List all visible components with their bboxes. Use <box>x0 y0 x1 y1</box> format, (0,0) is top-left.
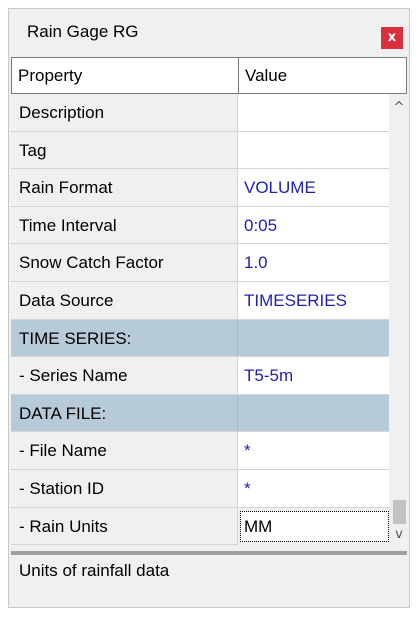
property-name: Snow Catch Factor <box>11 244 238 282</box>
property-value[interactable]: * <box>238 469 389 508</box>
property-name: Data Source <box>11 281 238 320</box>
property-value[interactable]: TIMESERIES <box>238 281 389 320</box>
grid-row-series-name[interactable]: - Series Name T5-5m <box>11 357 389 395</box>
panel-splitter[interactable] <box>11 551 407 555</box>
grid-row-rain-format[interactable]: Rain Format VOLUME <box>11 169 389 207</box>
grid-section-time-series: TIME SERIES: <box>11 319 389 358</box>
property-name: Description <box>11 94 238 132</box>
property-value[interactable]: 1.0 <box>238 244 389 282</box>
close-button[interactable]: x <box>381 27 403 49</box>
property-value[interactable] <box>238 131 389 170</box>
window-title: Rain Gage RG <box>27 22 139 41</box>
property-value[interactable]: 0:05 <box>238 206 389 245</box>
property-name: Rain Format <box>11 169 238 207</box>
rain-units-input[interactable]: MM <box>240 510 389 542</box>
value-column-header[interactable]: Value <box>239 58 406 93</box>
grid-section-data-file: DATA FILE: <box>11 394 389 433</box>
property-grid: Property Value Description Tag Rain Form… <box>11 57 407 551</box>
section-label: DATA FILE: <box>11 394 238 433</box>
property-name: - Rain Units <box>11 507 238 546</box>
property-name: Tag <box>11 131 238 170</box>
section-value <box>238 319 389 358</box>
property-column-header[interactable]: Property <box>12 58 239 93</box>
grid-rows: Description Tag Rain Format VOLUME Time … <box>11 94 389 546</box>
grid-row-tag[interactable]: Tag <box>11 131 389 170</box>
grid-row-snow-catch-factor[interactable]: Snow Catch Factor 1.0 <box>11 244 389 282</box>
grid-row-station-id[interactable]: - Station ID * <box>11 469 389 508</box>
property-editor-window: Rain Gage RG x Property Value Descriptio… <box>8 8 410 608</box>
property-name: - Station ID <box>11 469 238 508</box>
grid-row-rain-units[interactable]: - Rain Units MM <box>11 507 389 546</box>
grid-row-description[interactable]: Description <box>11 94 389 132</box>
scroll-thumb[interactable] <box>393 500 406 524</box>
property-description: Units of rainfall data <box>19 561 170 580</box>
scroll-down-icon[interactable]: v <box>391 527 407 542</box>
grid-row-file-name[interactable]: - File Name * <box>11 432 389 470</box>
vertical-scrollbar[interactable]: ^ v <box>391 94 407 546</box>
property-name: Time Interval <box>11 206 238 245</box>
property-value[interactable]: T5-5m <box>238 357 389 395</box>
scroll-up-icon[interactable]: ^ <box>391 100 407 115</box>
property-value[interactable] <box>238 94 389 132</box>
grid-header: Property Value <box>11 57 407 94</box>
property-value[interactable]: * <box>238 432 389 470</box>
section-label: TIME SERIES: <box>11 319 238 358</box>
grid-row-time-interval[interactable]: Time Interval 0:05 <box>11 206 389 245</box>
property-name: - Series Name <box>11 357 238 395</box>
grid-row-data-source[interactable]: Data Source TIMESERIES <box>11 281 389 320</box>
property-value[interactable]: VOLUME <box>238 169 389 207</box>
close-icon: x <box>387 30 397 45</box>
title-bar[interactable]: Rain Gage RG x <box>9 9 409 57</box>
section-value <box>238 394 389 433</box>
property-name: - File Name <box>11 432 238 470</box>
